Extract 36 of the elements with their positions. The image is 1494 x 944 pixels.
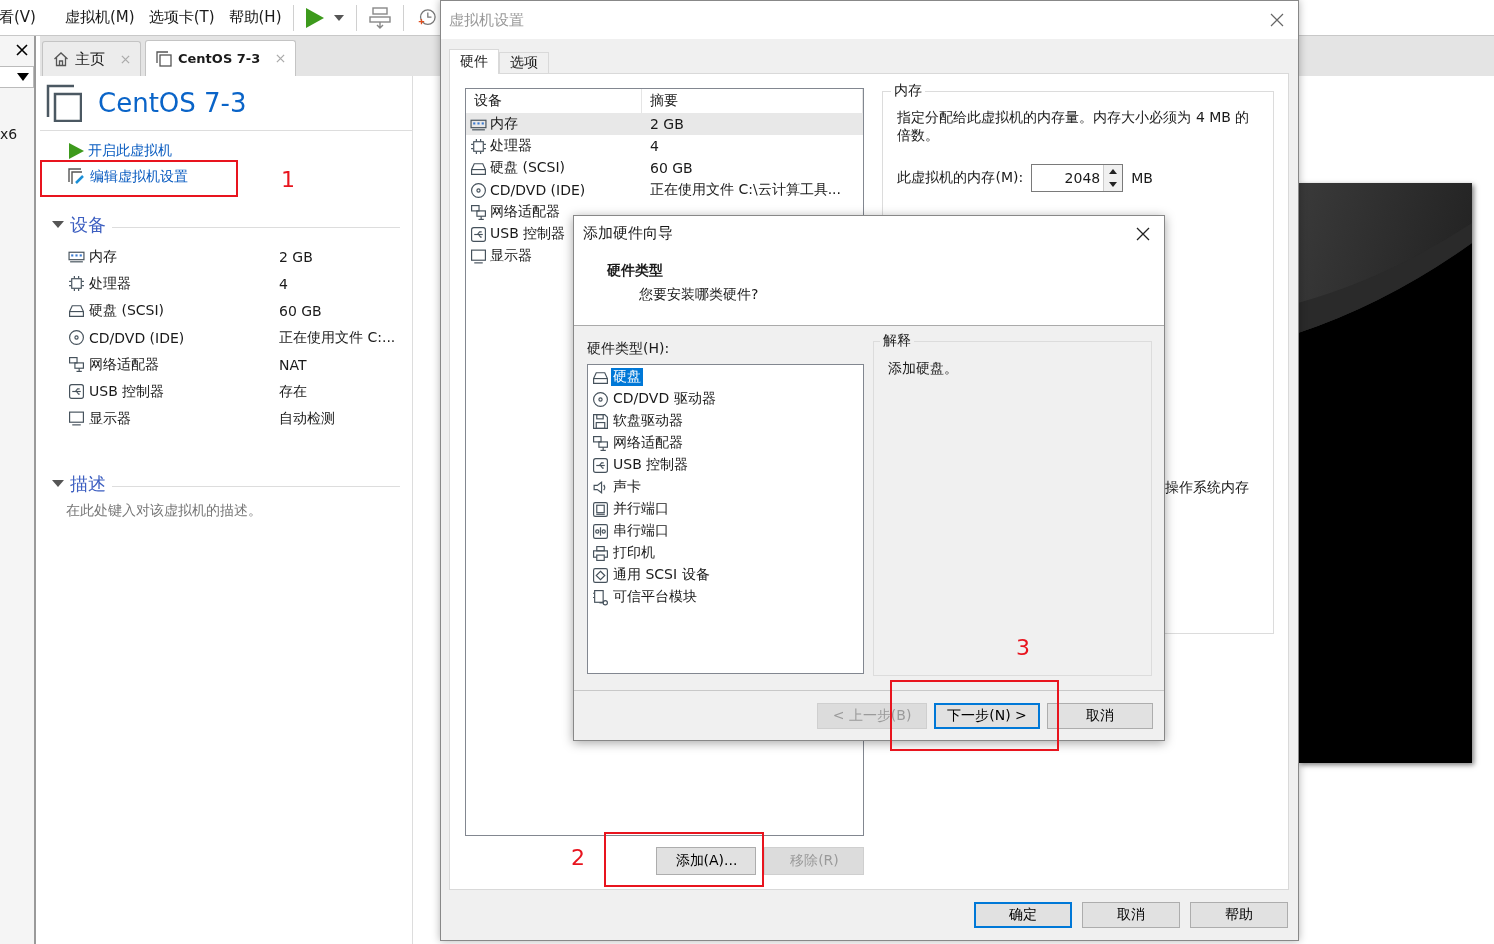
table-cell: 显示器 — [490, 247, 532, 265]
device-value: 2 GB — [279, 248, 314, 265]
annotation-number: 3 — [1016, 635, 1030, 660]
table-cell: 处理器 — [490, 137, 532, 155]
group-title: 解释 — [882, 332, 913, 350]
table-cell: CD/DVD (IDE) — [490, 182, 586, 198]
step-heading: 硬件类型 — [607, 262, 664, 280]
section-title: 描述 — [70, 472, 106, 496]
table-cell-text: 60 GB — [649, 160, 694, 176]
table-cell-text: 2 GB — [649, 116, 685, 132]
table-cell-text: 4 — [649, 138, 660, 154]
list-label: 硬件类型(H): — [587, 340, 671, 358]
window-title: 虚拟机设置 — [449, 10, 524, 30]
table-cell: 网络适配器 — [490, 203, 560, 221]
device-value: NAT — [279, 356, 308, 373]
help-text: 指定分配给此虚拟机的内存量。内存大小必须为 4 MB 的倍数。 — [897, 108, 1251, 144]
table-cell-text: 正在使用文件 C:\云计算工具... — [649, 181, 842, 199]
field-label: 此虚拟机的内存(M): — [897, 169, 1024, 187]
device-value: 4 — [279, 275, 289, 292]
device-value: 正在使用文件 C:... — [279, 328, 397, 347]
group-title: 内存 — [893, 82, 924, 100]
device-value: 60 GB — [279, 302, 323, 319]
vm-title: CentOS 7-3 — [98, 88, 247, 118]
device-value: 自动检测 — [279, 409, 336, 428]
annotation-number: 1 — [281, 167, 295, 192]
help-text: 操作系统内存 — [1165, 479, 1251, 497]
table-cell: 内存 — [490, 115, 518, 133]
unit-label: MB — [1131, 170, 1153, 186]
annotation-number: 2 — [571, 845, 585, 870]
device-value: 存在 — [279, 382, 308, 401]
section-title: 设备 — [70, 213, 106, 237]
window-title: 添加硬件向导 — [583, 224, 673, 243]
table-cell: USB 控制器 — [490, 225, 566, 243]
explanation-text: 添加硬盘。 — [888, 360, 960, 378]
table-cell: 硬盘 (SCSI) — [490, 159, 566, 177]
step-subheading: 您要安装哪类硬件? — [639, 286, 760, 304]
